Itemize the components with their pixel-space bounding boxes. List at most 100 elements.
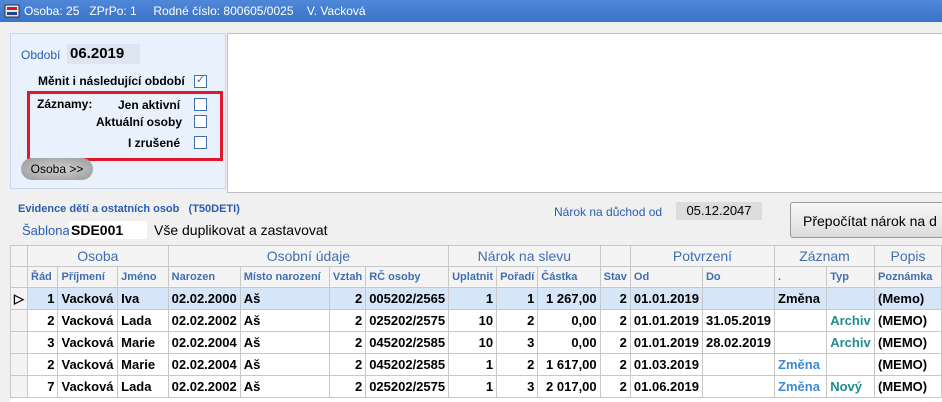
jen-aktivni-checkbox[interactable] — [194, 98, 207, 111]
cell-stav: 2 — [599, 375, 631, 398]
cell-typ — [826, 287, 876, 310]
col-rc[interactable]: RČ osoby — [365, 266, 450, 288]
table-row[interactable]: 2 Vacková Lada 02.02.2002 Aš 2 025202/25… — [10, 309, 942, 332]
col-poradi[interactable]: Pořadí — [496, 266, 539, 288]
menit-label: Měnit i následující období — [38, 74, 185, 88]
cell-do — [701, 375, 776, 398]
menit-checkbox[interactable] — [194, 73, 207, 88]
cell-rc: 005202/2565 — [365, 287, 450, 310]
recalc-button[interactable]: Přepočítat nárok na d — [790, 202, 942, 238]
sablona-description: Vše duplikovat a zastavovat — [154, 222, 328, 238]
cell-stav: 2 — [599, 331, 631, 354]
cell-narozen: 02.02.2004 — [167, 331, 241, 354]
cell-jmeno: Lada — [117, 309, 169, 332]
memo-area[interactable] — [227, 33, 942, 193]
col-prijmeni[interactable]: Příjmení — [57, 266, 119, 288]
cell-typ — [826, 353, 876, 376]
cell-misto: Aš — [239, 287, 330, 310]
cell-rad: 2 — [26, 353, 59, 376]
jen-aktivni-label: Jen aktivní — [118, 98, 181, 112]
col-od[interactable]: Od — [629, 266, 703, 288]
cell-prijmeni: Vacková — [57, 309, 119, 332]
col-vztah[interactable]: Vztah — [328, 266, 367, 288]
col-poznamka[interactable]: Poznámka — [874, 266, 942, 288]
cell-do — [701, 287, 776, 310]
cell-do: 31.05.2019 — [701, 309, 776, 332]
corner-cell — [10, 245, 28, 267]
row-indicator — [10, 375, 28, 398]
i-zrusene-checkbox[interactable] — [194, 136, 207, 149]
narok-value: 05.12.2047 — [676, 202, 762, 220]
cell-prijmeni: Vacková — [57, 353, 119, 376]
cell-rad: 2 — [26, 309, 59, 332]
cell-misto: Aš — [239, 309, 330, 332]
persons-table: Osoba Osobní údaje Nárok na slevu Potvrz… — [10, 245, 942, 398]
cell-stav: 2 — [599, 353, 631, 376]
cell-prijmeni: Vacková — [57, 331, 119, 354]
cell-jmeno: Marie — [117, 331, 169, 354]
i-zrusene-label: I zrušené — [128, 136, 181, 150]
cell-misto: Aš — [239, 331, 330, 354]
group-potvrzeni: Potvrzení — [629, 245, 776, 267]
col-rad[interactable]: Řád — [26, 266, 59, 288]
cell-prijmeni: Vacková — [57, 375, 119, 398]
cell-rc: 045202/2585 — [365, 353, 450, 376]
title-bar: Osoba: 25 ZPrPo: 1 Rodné číslo: 800605/0… — [0, 0, 942, 22]
cell-uplatnit: 10 — [448, 309, 498, 332]
group-narok: Nárok na slevu — [448, 245, 601, 267]
col-zaznam[interactable]: . — [774, 266, 828, 288]
group-spacer — [599, 245, 631, 267]
cell-prijmeni: Vacková — [57, 287, 119, 310]
cell-typ: Nový — [826, 375, 876, 398]
cell-zaznam: Změna — [774, 287, 828, 310]
cell-poznamka: (MEMO) — [874, 309, 942, 332]
narok-label: Nárok na důchod od — [554, 205, 663, 219]
table-row[interactable]: 3 Vacková Marie 02.02.2004 Aš 2 045202/2… — [10, 331, 942, 354]
cell-castka: 0,00 — [537, 331, 601, 354]
group-zaznam: Záznam — [774, 245, 876, 267]
cell-od: 01.01.2019 — [629, 331, 703, 354]
indicator-header — [10, 266, 28, 288]
cell-uplatnit: 1 — [448, 287, 498, 310]
cell-uplatnit: 1 — [448, 375, 498, 398]
row-pointer-icon: ▷ — [10, 287, 28, 310]
aktualni-osoby-label: Aktuální osoby — [96, 115, 183, 129]
row-indicator — [10, 331, 28, 354]
cell-od: 01.03.2019 — [629, 353, 703, 376]
col-jmeno[interactable]: Jméno — [117, 266, 169, 288]
cell-poradi: 1 — [496, 287, 539, 310]
col-narozen[interactable]: Narozen — [167, 266, 241, 288]
osoba-button[interactable]: Osoba >> — [21, 158, 93, 180]
cell-castka: 1 617,00 — [537, 353, 601, 376]
cell-od: 01.01.2019 — [629, 287, 703, 310]
cell-rc: 045202/2585 — [365, 331, 450, 354]
cell-narozen: 02.02.2002 — [167, 375, 241, 398]
cell-vztah: 2 — [328, 331, 367, 354]
cell-poznamka: (MEMO) — [874, 353, 942, 376]
col-castka[interactable]: Částka — [537, 266, 601, 288]
row-indicator — [10, 353, 28, 376]
col-typ[interactable]: Typ — [826, 266, 876, 288]
cell-zaznam — [774, 331, 828, 354]
obdobi-value[interactable]: 06.2019 — [67, 44, 140, 64]
cell-zaznam: Změna — [774, 353, 828, 376]
aktualni-osoby-checkbox[interactable] — [194, 115, 207, 128]
col-misto[interactable]: Místo narození — [239, 266, 330, 288]
col-stav[interactable]: Stav — [599, 266, 631, 288]
cell-poznamka: (MEMO) — [874, 375, 942, 398]
window-title: Osoba: 25 ZPrPo: 1 Rodné číslo: 800605/0… — [24, 4, 366, 18]
sablona-code[interactable]: SDE001 — [69, 221, 147, 239]
cell-narozen: 02.02.2004 — [167, 353, 241, 376]
cell-vztah: 2 — [328, 309, 367, 332]
cell-do — [701, 353, 776, 376]
cell-do: 28.02.2019 — [701, 331, 776, 354]
group-osobni-udaje: Osobní údaje — [167, 245, 450, 267]
cell-typ: Archiv — [826, 331, 876, 354]
table-row[interactable]: 7 Vacková Lada 02.02.2002 Aš 2 025202/25… — [10, 375, 942, 398]
col-uplatnit[interactable]: Uplatnit — [448, 266, 498, 288]
col-do[interactable]: Do — [701, 266, 776, 288]
cell-poradi: 2 — [496, 309, 539, 332]
table-row[interactable]: 2 Vacková Marie 02.02.2004 Aš 2 045202/2… — [10, 353, 942, 376]
cell-zaznam — [774, 309, 828, 332]
table-row[interactable]: ▷ 1 Vacková Iva 02.02.2000 Aš 2 005202/2… — [10, 287, 942, 310]
